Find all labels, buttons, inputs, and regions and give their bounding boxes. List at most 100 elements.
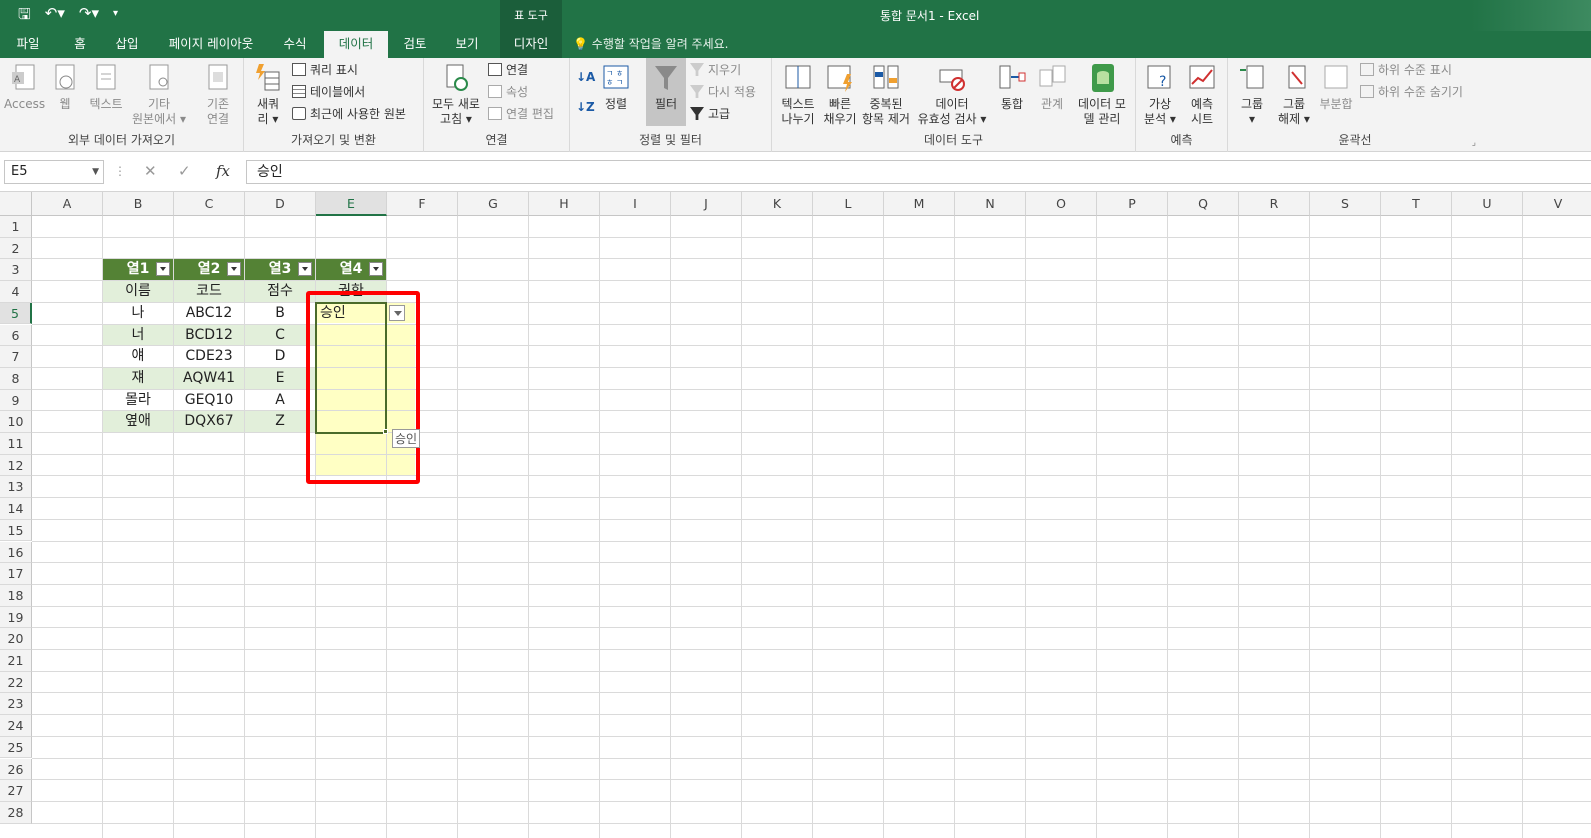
row-header-2[interactable]: 2	[0, 237, 32, 260]
column-header-o[interactable]: O	[1026, 192, 1097, 216]
column-header-s[interactable]: S	[1310, 192, 1381, 216]
table-cell-c4[interactable]: 코드	[174, 281, 244, 302]
filter-button[interactable]: 필터	[646, 58, 686, 126]
existing-connections-button[interactable]: 기존 연결	[196, 62, 240, 127]
table-cell-b6[interactable]: 너	[103, 324, 173, 346]
save-icon[interactable]: 🖫	[18, 4, 31, 29]
formula-input[interactable]: 승인	[246, 160, 1591, 184]
row-header-4[interactable]: 4	[0, 281, 32, 303]
group-button[interactable]: 그룹 ▾	[1232, 62, 1272, 127]
tab-file[interactable]: 파일	[5, 31, 51, 58]
table-cell-b4[interactable]: 이름	[103, 281, 173, 302]
column-header-v[interactable]: V	[1523, 192, 1591, 216]
properties-button[interactable]: 속성	[488, 83, 528, 101]
clear-filter-button[interactable]: 지우기	[690, 61, 741, 79]
flash-fill-button[interactable]: 빠른 채우기	[820, 62, 860, 127]
customize-qat-icon[interactable]: ▾	[113, 4, 118, 29]
redo-icon[interactable]: ↷▾	[79, 4, 99, 29]
row-header-13[interactable]: 13	[0, 476, 32, 499]
row-header-6[interactable]: 6	[0, 324, 32, 347]
table-cell-d9[interactable]: A	[245, 389, 315, 411]
row-header-3[interactable]: 3	[0, 259, 32, 282]
row-header-21[interactable]: 21	[0, 650, 32, 672]
tab-formulas[interactable]: 수식	[272, 31, 318, 58]
row-header-15[interactable]: 15	[0, 519, 32, 542]
row-header-14[interactable]: 14	[0, 498, 32, 520]
consolidate-button[interactable]: 통합	[992, 62, 1032, 112]
worksheet-grid[interactable]: ABCDEFGHIJKLMNOPQRSTUV 1 2 3 4 5 6 7 8 9 10 11 12 13…	[0, 192, 1591, 838]
filter-dropdown-icon[interactable]	[298, 262, 312, 277]
forecast-sheet-button[interactable]: 예측 시트	[1182, 62, 1222, 127]
dialog-launcher-icon[interactable]: ⌟	[1472, 138, 1476, 148]
table-cell-b10[interactable]: 옆애	[103, 411, 173, 432]
column-header-i[interactable]: I	[600, 192, 671, 216]
web-button[interactable]: 웹	[50, 62, 80, 112]
access-button[interactable]: A Access	[4, 62, 45, 112]
other-sources-button[interactable]: 기타 원본에서 ▾	[128, 62, 190, 127]
tab-data[interactable]: 데이터	[324, 31, 388, 58]
data-model-button[interactable]: 데이터 모델 관리	[1072, 62, 1132, 127]
column-header-u[interactable]: U	[1452, 192, 1523, 216]
what-if-button[interactable]: ? 가상 분석 ▾	[1140, 62, 1180, 127]
name-box-dropdown-icon[interactable]: ▼	[92, 161, 99, 183]
hide-detail-button[interactable]: 하위 수준 숨기기	[1360, 83, 1463, 101]
row-header-26[interactable]: 26	[0, 758, 32, 781]
row-header-11[interactable]: 11	[0, 433, 32, 455]
table-cell-c6[interactable]: BCD12	[174, 324, 244, 346]
column-header-b[interactable]: B	[103, 192, 174, 216]
column-header-n[interactable]: N	[955, 192, 1026, 216]
tab-review[interactable]: 검토	[392, 31, 438, 58]
tab-home[interactable]: 홈	[60, 31, 100, 58]
row-header-7[interactable]: 7	[0, 346, 32, 368]
column-header-c[interactable]: C	[174, 192, 245, 216]
subtotal-button[interactable]: 부분합	[1316, 62, 1356, 112]
column-header-q[interactable]: Q	[1168, 192, 1239, 216]
tell-me-box[interactable]: 💡 수행할 작업을 알려 주세요.	[573, 31, 728, 57]
tab-insert[interactable]: 삽입	[104, 31, 150, 58]
row-header-19[interactable]: 19	[0, 606, 32, 629]
edit-links-button[interactable]: 연결 편집	[488, 105, 554, 123]
column-header-h[interactable]: H	[529, 192, 600, 216]
row-header-16[interactable]: 16	[0, 541, 32, 564]
text-to-columns-button[interactable]: 텍스트 나누기	[776, 62, 820, 127]
table-cell-d10[interactable]: Z	[245, 411, 315, 432]
row-header-8[interactable]: 8	[0, 367, 32, 390]
filter-dropdown-icon[interactable]	[369, 262, 383, 277]
enter-icon[interactable]: ✓	[178, 162, 191, 180]
table-cell-c5[interactable]: ABC12	[174, 302, 244, 324]
table-cell-d8[interactable]: E	[245, 367, 315, 389]
relationships-button[interactable]: 관계	[1034, 62, 1070, 112]
row-header-27[interactable]: 27	[0, 780, 32, 802]
column-header-t[interactable]: T	[1381, 192, 1452, 216]
table-cell-b9[interactable]: 몰라	[103, 389, 173, 411]
column-header-a[interactable]: A	[32, 192, 103, 216]
row-header-20[interactable]: 20	[0, 628, 32, 650]
select-all-corner[interactable]	[0, 192, 32, 216]
column-header-e[interactable]: E	[316, 192, 387, 216]
row-header-9[interactable]: 9	[0, 389, 32, 412]
row-header-24[interactable]: 24	[0, 715, 32, 737]
row-header-10[interactable]: 10	[0, 411, 32, 433]
table-cell-b5[interactable]: 나	[103, 302, 173, 324]
row-header-28[interactable]: 28	[0, 801, 32, 824]
column-header-m[interactable]: M	[884, 192, 955, 216]
advanced-filter-button[interactable]: 고급	[690, 105, 730, 123]
sort-button[interactable]: ㄱ ㅎㅎ ㄱ 정렬	[600, 62, 632, 112]
new-query-button[interactable]: 새쿼 리 ▾	[250, 62, 286, 127]
cancel-icon[interactable]: ✕	[144, 162, 157, 180]
table-cell-c7[interactable]: CDE23	[174, 346, 244, 367]
sort-az-icon[interactable]: ↓A	[576, 68, 595, 86]
table-cell-c8[interactable]: AQW41	[174, 367, 244, 389]
table-cell-d6[interactable]: C	[245, 324, 315, 346]
row-header-5[interactable]: 5	[0, 302, 32, 325]
column-header-r[interactable]: R	[1239, 192, 1310, 216]
table-cell-c9[interactable]: GEQ10	[174, 389, 244, 411]
show-detail-button[interactable]: 하위 수준 표시	[1360, 61, 1452, 79]
table-cell-b7[interactable]: 얘	[103, 346, 173, 367]
text-file-button[interactable]: 텍스트	[86, 62, 126, 112]
tab-design[interactable]: 디자인	[500, 31, 562, 58]
table-cell-c10[interactable]: DQX67	[174, 411, 244, 432]
undo-icon[interactable]: ↶▾	[45, 4, 65, 29]
table-cell-d7[interactable]: D	[245, 346, 315, 367]
tab-view[interactable]: 보기	[444, 31, 490, 58]
